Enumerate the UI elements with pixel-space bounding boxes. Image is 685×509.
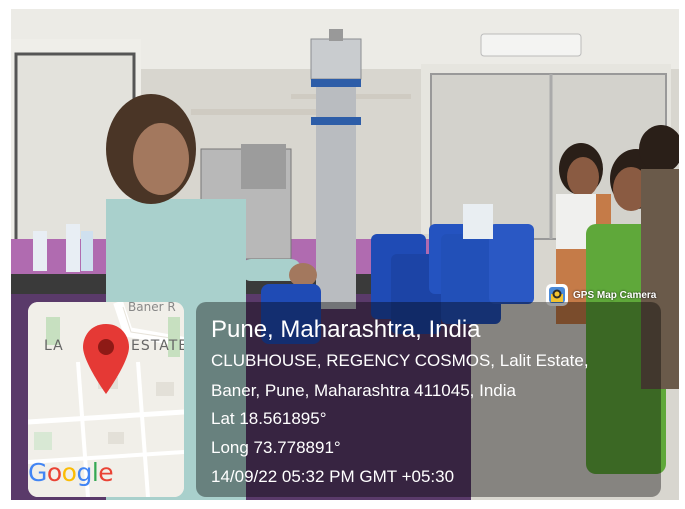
timestamp-text: 14/09/22 05:32 PM GMT +05:30 [211, 467, 455, 486]
google-logo-letter: g [76, 458, 92, 487]
location-title: Pune, Maharashtra, India [211, 316, 481, 343]
address-line-2: Baner, Pune, Maharashtra 411045, India [211, 381, 516, 400]
map-area-label-end: ESTATE [131, 338, 184, 354]
google-logo: Google [28, 458, 114, 487]
google-logo-letter: e [98, 458, 114, 487]
google-logo-letter: o [46, 458, 62, 487]
map-road-label: Baner R [128, 302, 176, 314]
gps-camera-label: GPS Map Camera [573, 289, 657, 301]
location-info-panel: Pune, Maharashtra, India CLUBHOUSE, REGE… [196, 302, 661, 497]
google-logo-letter: G [28, 458, 47, 487]
google-logo-letter: o [61, 458, 77, 487]
location-map-thumbnail[interactable]: Baner R LA ESTATE Google [28, 302, 184, 497]
address-line-1: CLUBHOUSE, REGENCY COSMOS, Lalit Estate, [211, 351, 589, 370]
map-area-label-start: LA [44, 338, 64, 354]
latitude-text: Lat 18.561895° [211, 409, 327, 428]
longitude-text: Long 73.778891° [211, 438, 341, 457]
